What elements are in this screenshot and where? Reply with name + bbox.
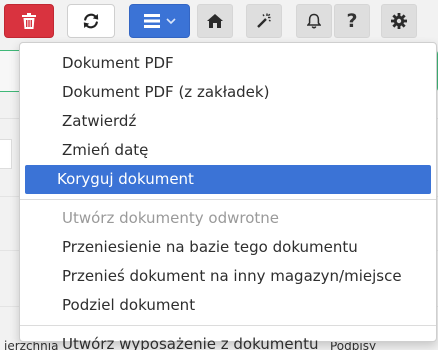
menu-divider xyxy=(20,199,436,200)
menu-item-change-date[interactable]: Zmień datę xyxy=(25,136,431,165)
home-icon xyxy=(207,14,223,28)
menu-item-pdf-tabs[interactable]: Dokument PDF (z zakładek) xyxy=(25,78,431,107)
toolbar: ? xyxy=(0,0,438,40)
gear-icon xyxy=(391,13,407,29)
left-input-edge[interactable] xyxy=(0,139,12,169)
delete-button[interactable] xyxy=(4,4,54,38)
menu-item-correct-document[interactable]: Koryguj dokument xyxy=(25,165,431,194)
page: ierzchnia Podpisy ? Dokument PDF Dokumen… xyxy=(0,0,438,350)
menu-item-move-to-other-warehouse[interactable]: Przenieś dokument na inny magazyn/miejsc… xyxy=(25,262,431,291)
menu-item-split-document[interactable]: Podziel dokument xyxy=(25,291,431,320)
settings-button[interactable] xyxy=(381,4,417,38)
magic-wand-button[interactable] xyxy=(246,4,282,38)
menu-item-pdf[interactable]: Dokument PDF xyxy=(25,49,431,78)
hamburger-icon xyxy=(143,14,160,28)
chevron-down-icon xyxy=(165,17,176,24)
magic-wand-icon xyxy=(257,13,271,28)
menu-item-create-equipment[interactable]: Utwórz wyposażenie z dokumentu xyxy=(25,330,431,350)
menu-divider xyxy=(20,325,436,326)
home-button[interactable] xyxy=(197,4,233,38)
actions-dropdown-menu: Dokument PDF Dokument PDF (z zakładek) Z… xyxy=(19,42,437,350)
menu-item-approve[interactable]: Zatwierdź xyxy=(25,107,431,136)
notifications-button[interactable] xyxy=(296,4,332,38)
menu-item-create-reverse-documents: Utwórz dokumenty odwrotne xyxy=(62,209,280,227)
help-button[interactable]: ? xyxy=(334,4,370,38)
menu-item-transfer-based-on-document[interactable]: Przeniesienie na bazie tego dokumentu xyxy=(25,233,431,262)
actions-menu-button[interactable] xyxy=(129,4,190,38)
refresh-button[interactable] xyxy=(67,4,115,38)
question-icon: ? xyxy=(346,9,358,32)
trash-icon xyxy=(22,13,36,29)
refresh-icon xyxy=(83,13,99,29)
bell-icon xyxy=(307,13,321,29)
